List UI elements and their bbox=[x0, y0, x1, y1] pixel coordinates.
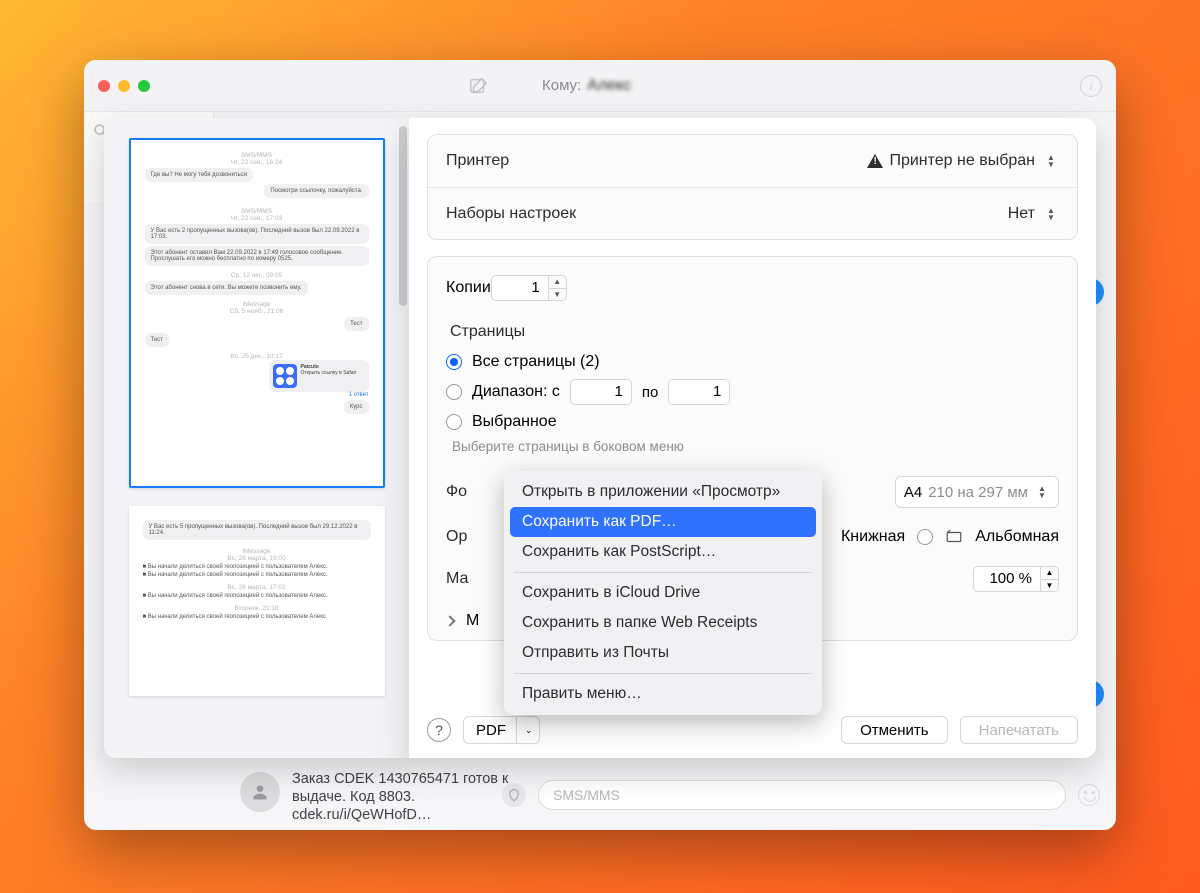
avatar bbox=[240, 772, 280, 812]
scale-input[interactable]: 100 % bbox=[973, 566, 1041, 592]
warning-icon bbox=[867, 154, 883, 168]
compose-placeholder: SMS/MMS bbox=[553, 787, 620, 803]
chevron-up-down-icon: ▲▼ bbox=[1034, 481, 1050, 503]
radio-off-icon bbox=[446, 384, 462, 400]
pdf-menu: Открыть в приложении «Просмотр» Сохранит… bbox=[504, 471, 822, 715]
chevron-up-down-icon[interactable]: ▲▼ bbox=[1043, 203, 1059, 225]
presets-label: Наборы настроек bbox=[446, 205, 576, 223]
pages-range-radio[interactable]: Диапазон: с 1 по 1 bbox=[428, 375, 1077, 409]
copies-stepper[interactable]: ▲▼ bbox=[549, 275, 567, 301]
orientation-portrait[interactable]: Книжная bbox=[841, 528, 905, 546]
compose-bar: SMS/MMS bbox=[502, 780, 1100, 810]
menu-save-web-receipts[interactable]: Сохранить в папке Web Receipts bbox=[510, 608, 816, 638]
menu-open-preview[interactable]: Открыть в приложении «Просмотр» bbox=[510, 477, 816, 507]
to-label: Кому: bbox=[542, 77, 581, 94]
page-thumbnail-2[interactable]: У Вас есть 5 пропущенных вызова(ов). Пос… bbox=[129, 506, 385, 696]
menu-save-pdf[interactable]: Сохранить как PDF… bbox=[510, 507, 816, 537]
print-button[interactable]: Напечатать bbox=[960, 716, 1078, 744]
pages-all-radio[interactable]: Все страницы (2) bbox=[428, 349, 1077, 375]
apps-icon[interactable] bbox=[502, 783, 526, 807]
menu-save-postscript[interactable]: Сохранить как PostScript… bbox=[510, 537, 816, 567]
pages-label: Страницы bbox=[432, 323, 1077, 341]
help-button[interactable]: ? bbox=[427, 718, 451, 742]
menu-separator bbox=[514, 673, 812, 674]
orientation-landscape-label: Альбомная bbox=[975, 528, 1059, 546]
copies-input[interactable]: 1 bbox=[491, 275, 549, 301]
pages-hint: Выберите страницы в боковом меню bbox=[452, 439, 1077, 454]
chevron-right-icon bbox=[444, 615, 455, 626]
printer-value[interactable]: Принтер не выбран bbox=[867, 152, 1035, 170]
close-window-button[interactable] bbox=[98, 80, 110, 92]
radio-off-icon[interactable] bbox=[917, 529, 933, 545]
app-window: Кому: Алекс i Заказ CDEK 1430765471 гото… bbox=[84, 60, 1116, 830]
printer-card: Принтер Принтер не выбран ▲▼ Наборы наст… bbox=[427, 134, 1078, 240]
print-sidebar: SMS/MMSЧт, 22 сен., 16:24 Где вы? Не мог… bbox=[104, 118, 409, 758]
paper-size-select[interactable]: A4 210 на 297 мм ▲▼ bbox=[895, 476, 1059, 508]
cancel-button[interactable]: Отменить bbox=[841, 716, 948, 744]
copies-label: Копии bbox=[446, 279, 491, 297]
message-preview: Заказ CDEK 1430765471 готов к выдаче. Ко… bbox=[292, 770, 532, 830]
chevron-up-down-icon[interactable]: ▲▼ bbox=[1043, 150, 1059, 172]
pages-selection-radio[interactable]: Выбранное bbox=[428, 409, 1077, 435]
range-from-input[interactable]: 1 bbox=[570, 379, 632, 405]
minimise-window-button[interactable] bbox=[118, 80, 130, 92]
titlebar: Кому: Алекс i bbox=[84, 60, 1116, 112]
attachment-icon: PatcutoОткрыть ссылку в Safari bbox=[269, 360, 369, 392]
menu-save-icloud[interactable]: Сохранить в iCloud Drive bbox=[510, 578, 816, 608]
range-to-input[interactable]: 1 bbox=[668, 379, 730, 405]
menu-send-mail[interactable]: Отправить из Почты bbox=[510, 638, 816, 668]
pdf-dropdown-button[interactable]: PDF ⌄ bbox=[463, 716, 540, 744]
info-icon[interactable]: i bbox=[1080, 75, 1102, 97]
presets-value[interactable]: Нет bbox=[1008, 205, 1035, 223]
printer-label: Принтер bbox=[446, 152, 509, 170]
to-recipient: Алекс bbox=[587, 77, 631, 95]
menu-edit-menu[interactable]: Править меню… bbox=[510, 679, 816, 709]
dialog-buttons: ? PDF ⌄ Отменить Напечатать bbox=[427, 716, 1078, 744]
emoji-icon[interactable] bbox=[1078, 784, 1100, 806]
radio-on-icon bbox=[446, 354, 462, 370]
zoom-window-button[interactable] bbox=[138, 80, 150, 92]
compose-input[interactable]: SMS/MMS bbox=[538, 780, 1066, 810]
landscape-icon bbox=[945, 528, 963, 546]
compose-icon[interactable] bbox=[468, 75, 490, 97]
traffic-lights bbox=[98, 80, 150, 92]
radio-off-icon bbox=[446, 414, 462, 430]
page-thumbnail-1[interactable]: SMS/MMSЧт, 22 сен., 16:24 Где вы? Не мог… bbox=[129, 138, 385, 488]
scale-stepper[interactable]: ▲▼ bbox=[1041, 566, 1059, 592]
chevron-down-icon: ⌄ bbox=[516, 717, 533, 743]
scrollbar[interactable] bbox=[399, 126, 407, 306]
menu-separator bbox=[514, 572, 812, 573]
